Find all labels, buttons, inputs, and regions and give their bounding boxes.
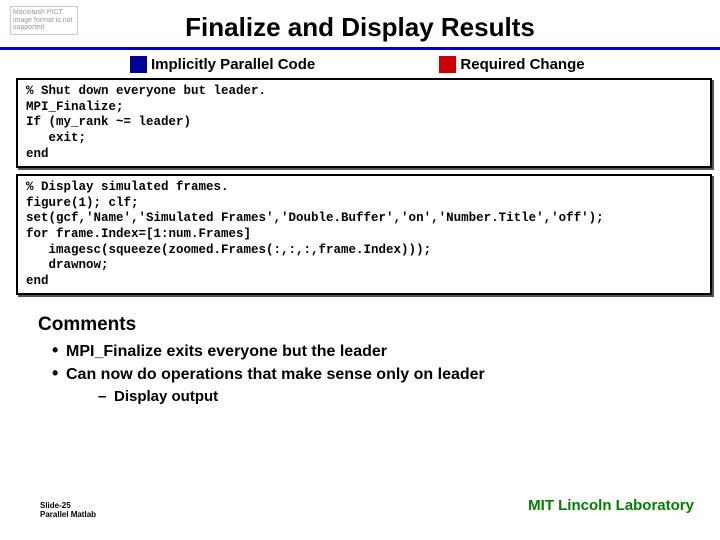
legend: Implicitly Parallel Code Required Change	[0, 56, 720, 74]
swatch-blue-icon	[130, 56, 147, 73]
comments-section: Comments •MPI_Finalize exits everyone bu…	[38, 314, 678, 405]
bullet-2: •Can now do operations that make sense o…	[38, 363, 678, 386]
legend-required-label: Required Change	[460, 56, 584, 73]
slide-title: Finalize and Display Results	[0, 12, 720, 43]
comments-heading: Comments	[38, 314, 678, 336]
sub-bullet-1: –Display output	[38, 388, 678, 405]
swatch-red-icon	[439, 56, 456, 73]
bullet-dot-icon: •	[52, 341, 66, 359]
legend-implicit-label: Implicitly Parallel Code	[151, 56, 315, 73]
code-block-2: % Display simulated frames. figure(1); c…	[16, 174, 712, 295]
dash-icon: –	[98, 388, 114, 405]
bullet-2-text: Can now do operations that make sense on…	[66, 366, 485, 383]
footer-slide-number: Slide-25	[40, 501, 96, 511]
title-rule	[0, 47, 720, 50]
code-block-1: % Shut down everyone but leader. MPI_Fin…	[16, 78, 712, 168]
slide: Macintosh PICT image format is not suppo…	[0, 0, 720, 540]
footer-left: Slide-25 Parallel Matlab	[40, 501, 96, 520]
footer-deck-name: Parallel Matlab	[40, 510, 96, 520]
bullet-1: •MPI_Finalize exits everyone but the lea…	[38, 340, 678, 363]
bullet-dot-icon: •	[52, 364, 66, 382]
legend-implicit: Implicitly Parallel Code	[130, 56, 315, 74]
legend-required: Required Change	[439, 56, 584, 74]
bullet-1-text: MPI_Finalize exits everyone but the lead…	[66, 343, 387, 360]
sub-bullet-1-text: Display output	[114, 388, 218, 405]
footer-org: MIT Lincoln Laboratory	[528, 497, 694, 514]
